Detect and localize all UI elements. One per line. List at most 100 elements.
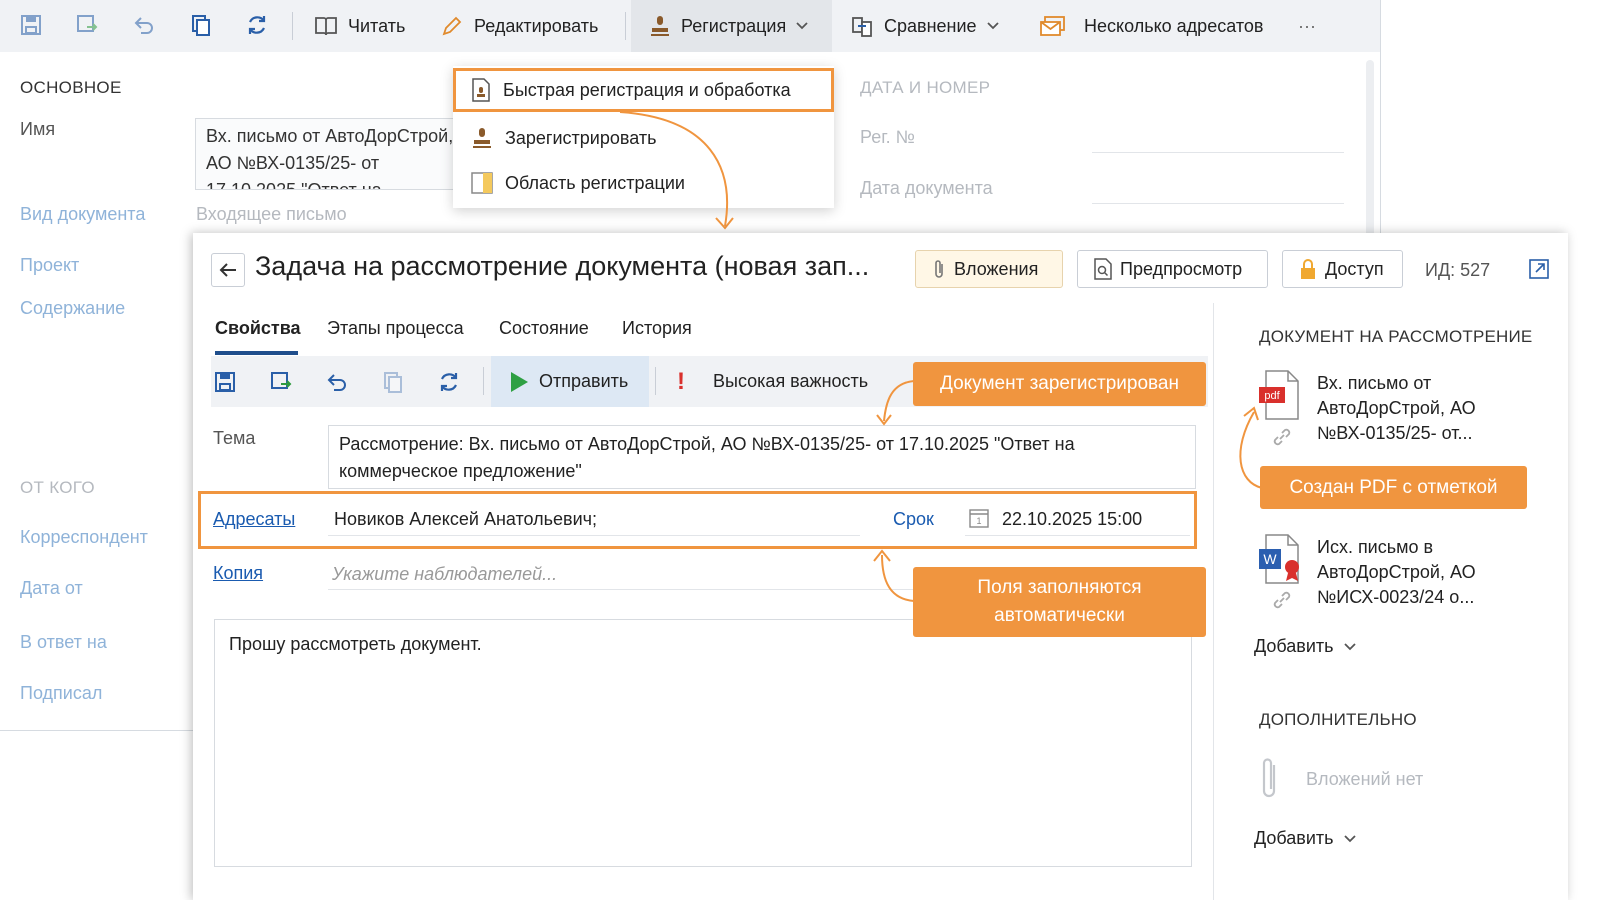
tab-history[interactable]: История bbox=[622, 318, 692, 339]
read-button[interactable]: Читать bbox=[314, 0, 405, 52]
word-file-icon[interactable]: W bbox=[1256, 533, 1304, 585]
reg-number-field[interactable] bbox=[1092, 152, 1344, 153]
send-button[interactable]: Отправить bbox=[491, 356, 649, 407]
undo-icon[interactable] bbox=[131, 12, 157, 38]
callout-auto-fill: Поля заполняются автоматически bbox=[913, 567, 1206, 637]
name-field[interactable]: Вх. письмо от АвтоДорСтрой, АО №ВХ-0135/… bbox=[195, 118, 465, 190]
auto-fill-highlight-frame bbox=[198, 491, 1197, 549]
exclamation-icon: ! bbox=[677, 367, 685, 395]
copy-icon[interactable] bbox=[188, 12, 214, 38]
doc-for-review-heading: ДОКУМЕНТ НА РАССМОТРЕНИЕ bbox=[1259, 327, 1533, 346]
section-date-number-heading: ДАТА И НОМЕР bbox=[860, 78, 991, 97]
correspondent-label: Корреспондент bbox=[20, 527, 148, 547]
doc-date-field[interactable] bbox=[1092, 203, 1344, 204]
date-from-label: Дата от bbox=[20, 578, 83, 598]
copy-icon[interactable] bbox=[379, 368, 407, 396]
panel-icon bbox=[471, 172, 493, 194]
reg-number-label: Рег. № bbox=[860, 127, 915, 147]
chevron-down-icon bbox=[1343, 834, 1356, 842]
chevron-down-icon bbox=[986, 22, 999, 30]
callout-arrow bbox=[873, 549, 915, 602]
observers-input[interactable]: Укажите наблюдателей... bbox=[332, 564, 557, 585]
compare-icon bbox=[852, 17, 872, 37]
link-icon[interactable] bbox=[1271, 426, 1293, 448]
back-button[interactable] bbox=[211, 253, 245, 287]
preview-label: Предпросмотр bbox=[1120, 258, 1243, 279]
callout-document-registered: Документ зарегистрирован bbox=[913, 362, 1206, 406]
chevron-down-icon bbox=[1343, 642, 1356, 650]
open-external-icon[interactable] bbox=[1528, 258, 1550, 280]
envelopes-icon bbox=[1040, 16, 1065, 36]
menu-item-label: Быстрая регистрация и обработка bbox=[503, 79, 791, 100]
project-label: Проект bbox=[20, 255, 80, 275]
refresh-icon[interactable] bbox=[244, 12, 270, 38]
copy-link[interactable]: Копия bbox=[213, 563, 263, 584]
book-icon bbox=[315, 17, 337, 36]
registration-label: Регистрация bbox=[681, 15, 787, 36]
add-document-button[interactable]: Добавить bbox=[1254, 636, 1356, 657]
add-attachment-button[interactable]: Добавить bbox=[1254, 828, 1356, 849]
save-and-close-icon[interactable] bbox=[74, 12, 100, 38]
document-toolbar: Читать Редактировать Регистрация Сравнен… bbox=[0, 0, 1380, 52]
refresh-icon[interactable] bbox=[435, 368, 463, 396]
compare-button[interactable]: Сравнение bbox=[850, 0, 999, 52]
access-button[interactable]: Доступ bbox=[1282, 250, 1403, 288]
callout-pdf-created: Создан PDF с отметкой bbox=[1260, 466, 1527, 509]
task-body-field[interactable]: Прошу рассмотреть документ. bbox=[214, 619, 1192, 867]
toolbar-separator bbox=[483, 367, 484, 395]
edit-label: Редактировать bbox=[474, 15, 599, 36]
more-icon: ··· bbox=[1298, 15, 1316, 36]
menu-item-quick-registration[interactable]: Быстрая регистрация и обработка bbox=[453, 68, 834, 112]
doc-for-review-link[interactable]: Вх. письмо от АвтоДорСтрой, АО №ВХ-0135/… bbox=[1317, 371, 1522, 446]
observers-underline bbox=[328, 589, 918, 590]
toolbar-separator bbox=[625, 12, 626, 40]
word-badge: W bbox=[1263, 551, 1277, 567]
no-attachments-text: Вложений нет bbox=[1306, 769, 1424, 789]
edit-button[interactable]: Редактировать bbox=[440, 0, 598, 52]
paperclip-icon bbox=[1259, 755, 1281, 803]
related-doc-link[interactable]: Исх. письмо в АвтоДорСтрой, АО №ИСХ-0023… bbox=[1317, 535, 1522, 610]
save-icon[interactable] bbox=[211, 368, 239, 396]
save-icon[interactable] bbox=[18, 12, 44, 38]
attachments-button[interactable]: Вложения bbox=[915, 250, 1063, 288]
preview-icon bbox=[1094, 258, 1112, 280]
registration-button[interactable]: Регистрация bbox=[631, 0, 832, 52]
high-importance-button[interactable]: ! Высокая важность bbox=[677, 356, 868, 407]
tab-properties[interactable]: Свойства bbox=[215, 318, 301, 339]
content-label: Содержание bbox=[20, 298, 126, 318]
more-button[interactable]: ··· bbox=[1298, 0, 1316, 52]
flow-arrow bbox=[619, 111, 734, 230]
callout-arrow bbox=[1239, 406, 1263, 489]
doc-type-label: Вид документа bbox=[20, 204, 146, 224]
attachments-label: Вложения bbox=[954, 258, 1039, 279]
stamp-icon bbox=[651, 16, 669, 36]
id-label: ИД: 527 bbox=[1425, 260, 1491, 280]
signed-by-label: Подписал bbox=[20, 683, 103, 703]
callout-arrow bbox=[876, 380, 915, 426]
paperclip-icon bbox=[935, 260, 943, 278]
subject-label: Тема bbox=[213, 428, 256, 448]
subject-field[interactable]: Рассмотрение: Вх. письмо от АвтоДорСтрой… bbox=[328, 425, 1196, 489]
save-and-close-icon[interactable] bbox=[267, 368, 295, 396]
stamp-icon bbox=[473, 128, 491, 148]
task-title: Задача на рассмотрение документа (новая … bbox=[255, 251, 870, 281]
compare-label: Сравнение bbox=[884, 15, 977, 36]
tab-process-stages[interactable]: Этапы процесса bbox=[327, 318, 464, 339]
read-label: Читать bbox=[348, 15, 406, 36]
link-icon[interactable] bbox=[1271, 589, 1293, 611]
high-importance-label: Высокая важность bbox=[713, 371, 869, 391]
send-label: Отправить bbox=[539, 371, 629, 391]
pencil-icon bbox=[442, 16, 462, 36]
toolbar-separator bbox=[292, 12, 293, 40]
multiple-addressees-button[interactable]: Несколько адресатов bbox=[1040, 0, 1263, 52]
section-from-heading: ОТ КОГО bbox=[20, 478, 95, 497]
chevron-down-icon bbox=[796, 22, 808, 30]
panel-divider bbox=[1213, 303, 1214, 900]
tab-state[interactable]: Состояние bbox=[499, 318, 589, 339]
doc-type-value[interactable]: Входящее письмо bbox=[196, 204, 347, 225]
preview-button[interactable]: Предпросмотр bbox=[1077, 250, 1268, 288]
undo-icon[interactable] bbox=[323, 368, 351, 396]
active-tab-indicator bbox=[215, 351, 298, 355]
add-label: Добавить bbox=[1254, 828, 1334, 848]
doc-date-label: Дата документа bbox=[860, 178, 993, 198]
